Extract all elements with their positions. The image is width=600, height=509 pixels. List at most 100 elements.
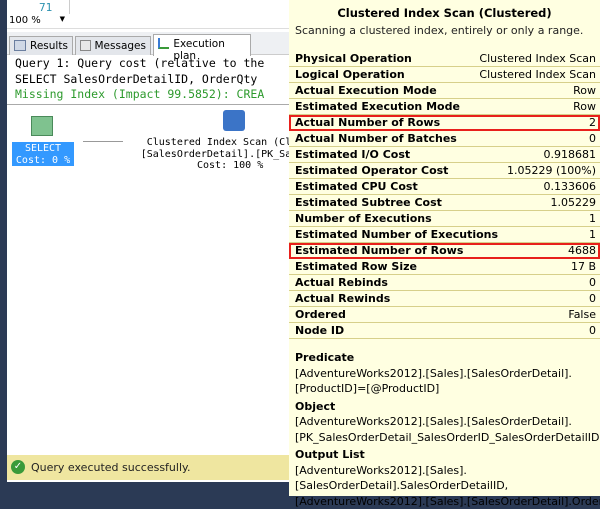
property-value: False xyxy=(568,308,596,322)
grid-icon xyxy=(14,40,26,51)
property-name: Ordered xyxy=(295,308,346,322)
property-value: 17 B xyxy=(571,260,596,274)
property-value: 0 xyxy=(589,132,596,146)
object-text: [PK_SalesOrderDetail_SalesOrderID_SalesO… xyxy=(295,430,595,446)
property-name: Logical Operation xyxy=(295,68,405,82)
object-text: [AdventureWorks2012].[Sales].[SalesOrder… xyxy=(295,414,595,430)
status-text: Query executed successfully. xyxy=(31,461,190,474)
property-value: Clustered Index Scan xyxy=(479,52,596,66)
property-row: Estimated I/O Cost 0.918681 xyxy=(289,147,600,163)
clustered-index-scan-icon[interactable] xyxy=(223,110,245,131)
property-row: Ordered False xyxy=(289,307,600,323)
property-row: Physical Operation Clustered Index Scan xyxy=(289,51,600,67)
select-cost: Cost: 0 % xyxy=(12,155,74,167)
sql-editor[interactable]: 71 xyxy=(7,0,289,14)
property-row: Actual Rewinds 0 xyxy=(289,291,600,307)
line-number: 71 xyxy=(39,1,52,14)
property-row: Estimated CPU Cost 0.133606 xyxy=(289,179,600,195)
property-row: Actual Execution Mode Row xyxy=(289,83,600,99)
property-value: 0.918681 xyxy=(544,148,597,162)
tab-label: Messages xyxy=(95,40,147,55)
property-name: Estimated Subtree Cost xyxy=(295,196,442,210)
divider xyxy=(7,104,289,105)
property-value: 0 xyxy=(589,276,596,290)
property-value: 0 xyxy=(589,324,596,338)
property-row: Estimated Execution Mode Row xyxy=(289,99,600,115)
property-name: Actual Execution Mode xyxy=(295,84,437,98)
output-list-text: [SalesOrderDetail].SalesOrderDetailID, xyxy=(295,478,595,494)
property-value: 1 xyxy=(589,212,596,226)
property-name: Node ID xyxy=(295,324,344,338)
property-row: Actual Number of Batches 0 xyxy=(289,131,600,147)
tab-messages[interactable]: Messages xyxy=(75,36,151,55)
object-heading: Object xyxy=(295,399,595,415)
property-value: 0 xyxy=(589,292,596,306)
property-value: 1 xyxy=(589,228,596,242)
zoom-bar: 100 % ▼ xyxy=(7,14,289,29)
output-list-heading: Output List xyxy=(295,447,595,463)
property-name: Estimated CPU Cost xyxy=(295,180,418,194)
query-cost-line: Query 1: Query cost (relative to the xyxy=(15,56,289,72)
property-name: Number of Executions xyxy=(295,212,432,226)
predicate-text: [ProductID]=[@ProductID] xyxy=(295,381,595,397)
query-sql-line: SELECT SalesOrderDetailID, OrderQty xyxy=(15,72,289,88)
property-row: Estimated Subtree Cost 1.05229 xyxy=(289,195,600,211)
property-table: Physical OperationClustered Index ScanLo… xyxy=(289,51,600,339)
property-row: Estimated Number of Rows 4688 xyxy=(289,243,600,259)
chevron-down-icon: ▼ xyxy=(60,15,65,23)
query-header: Query 1: Query cost (relative to the SEL… xyxy=(7,56,289,103)
select-label: SELECT xyxy=(12,143,74,155)
property-value: Clustered Index Scan xyxy=(479,68,596,82)
tab-results[interactable]: Results xyxy=(9,36,73,55)
tooltip-title: Clustered Index Scan (Clustered) xyxy=(289,6,600,20)
property-name: Estimated Number of Rows xyxy=(295,244,463,258)
property-row: Actual Rebinds 0 xyxy=(289,275,600,291)
property-value: Row xyxy=(573,84,596,98)
query-window: 71 100 % ▼ Results Messages Execution pla… xyxy=(7,0,289,482)
property-value: 2 xyxy=(589,116,596,130)
property-name: Estimated Execution Mode xyxy=(295,100,460,114)
tab-execution-plan[interactable]: Execution plan xyxy=(153,34,251,56)
zoom-select[interactable]: 100 % ▼ xyxy=(9,15,67,28)
tooltip-details: Predicate [AdventureWorks2012].[Sales].[… xyxy=(295,348,595,509)
tab-label: Execution plan xyxy=(173,38,246,56)
predicate-text: [AdventureWorks2012].[Sales].[SalesOrder… xyxy=(295,366,595,382)
property-row: Logical Operation Clustered Index Scan xyxy=(289,67,600,83)
property-name: Estimated I/O Cost xyxy=(295,148,410,162)
property-name: Actual Number of Batches xyxy=(295,132,457,146)
select-table-icon xyxy=(31,116,53,136)
property-row: Estimated Operator Cost 1.05229 (100%) xyxy=(289,163,600,179)
messages-icon xyxy=(80,40,91,51)
status-bar: ✓ Query executed successfully. xyxy=(7,455,289,480)
property-name: Estimated Number of Executions xyxy=(295,228,498,242)
select-node[interactable]: SELECTCost: 0 % xyxy=(12,142,74,166)
property-name: Actual Number of Rows xyxy=(295,116,440,130)
property-value: 1.05229 (100%) xyxy=(507,164,596,178)
plan-connector-arrow xyxy=(83,141,123,142)
results-tabs: Results Messages Execution plan xyxy=(7,32,289,55)
property-name: Actual Rebinds xyxy=(295,276,388,290)
plan-icon xyxy=(158,38,169,49)
property-value: 0.133606 xyxy=(544,180,597,194)
property-row: Node ID 0 xyxy=(289,323,600,339)
property-row: Actual Number of Rows 2 xyxy=(289,115,600,131)
property-row: Estimated Number of Executions 1 xyxy=(289,227,600,243)
property-name: Physical Operation xyxy=(295,52,412,66)
property-row: Number of Executions 1 xyxy=(289,211,600,227)
zoom-value: 100 % xyxy=(9,15,41,26)
property-row: Estimated Row Size17 B xyxy=(289,259,600,275)
success-check-icon: ✓ xyxy=(11,460,25,474)
missing-index-line[interactable]: Missing Index (Impact 99.5852): CREA xyxy=(15,87,289,103)
operator-tooltip: Clustered Index Scan (Clustered) Scannin… xyxy=(289,0,600,496)
tab-label: Results xyxy=(30,40,68,55)
scan-cost: Cost: 100 % xyxy=(197,160,263,171)
tooltip-description: Scanning a clustered index, entirely or … xyxy=(289,24,600,37)
property-name: Estimated Operator Cost xyxy=(295,164,448,178)
property-value: 4688 xyxy=(568,244,596,258)
property-name: Actual Rewinds xyxy=(295,292,390,306)
output-list-text: [AdventureWorks2012].[Sales]. xyxy=(295,463,595,479)
editor-gutter-divider xyxy=(69,0,70,14)
property-value: Row xyxy=(573,100,596,114)
predicate-heading: Predicate xyxy=(295,350,595,366)
property-value: 1.05229 xyxy=(551,196,597,210)
